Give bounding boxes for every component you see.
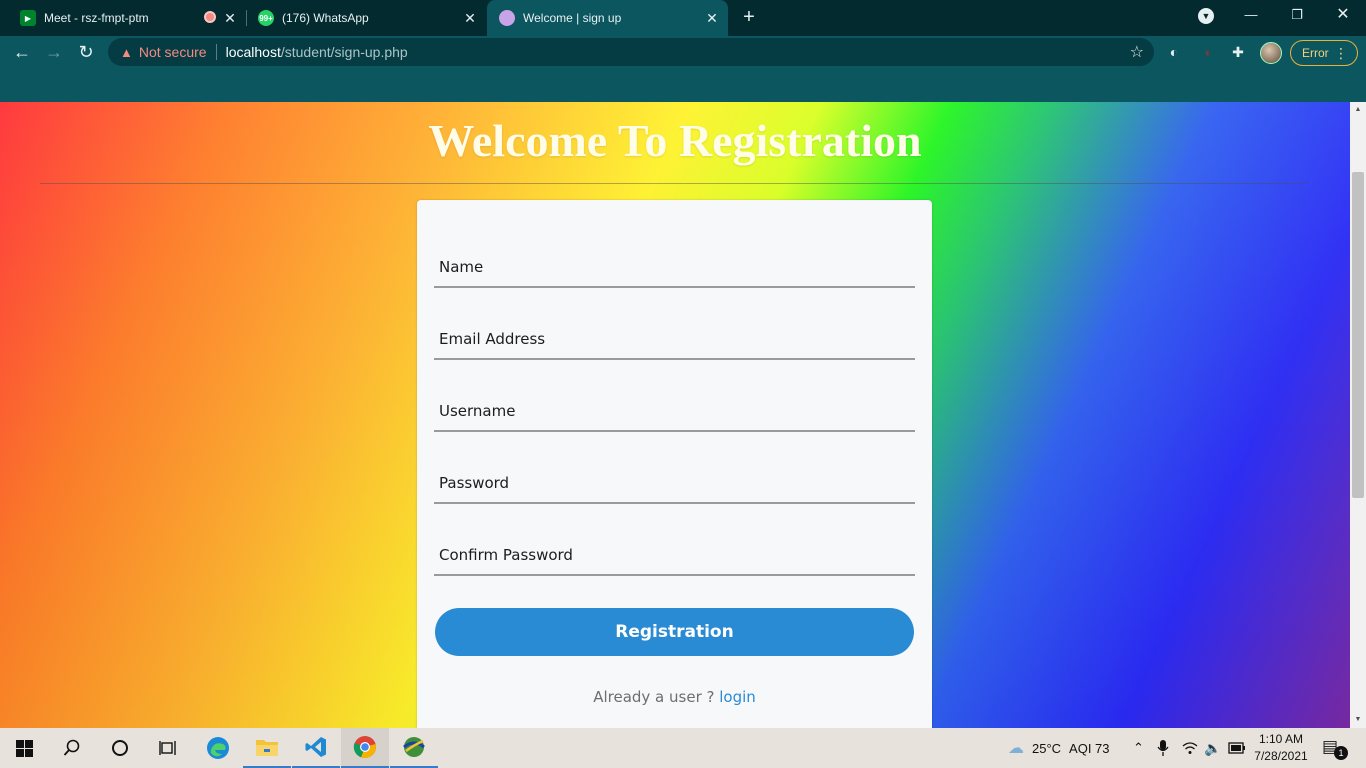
system-clock[interactable]: 1:10 AM 7/28/2021: [1246, 731, 1316, 765]
taskbar-vscode[interactable]: [292, 728, 340, 768]
scroll-up-arrow[interactable]: ▲: [1350, 102, 1366, 118]
title-divider: [40, 183, 1308, 184]
weather-widget[interactable]: ☁ 25°C AQI 73: [1008, 728, 1110, 768]
name-input[interactable]: [434, 254, 915, 280]
volume-icon[interactable]: 🔈: [1204, 728, 1221, 768]
search-button[interactable]: [48, 728, 96, 768]
file-explorer-icon: [256, 740, 278, 756]
scrollbar[interactable]: ▲ ▼: [1350, 102, 1366, 728]
taskbar-globe-app[interactable]: [390, 728, 438, 768]
scroll-thumb[interactable]: [1352, 172, 1364, 498]
show-hidden-icons[interactable]: ⌃: [1133, 728, 1144, 768]
microphone-icon[interactable]: [1157, 728, 1169, 768]
username-input[interactable]: [434, 398, 915, 424]
windows-start-icon: [15, 739, 33, 757]
minimize-button[interactable]: —: [1228, 0, 1274, 32]
vscode-icon: [305, 737, 326, 757]
taskbar-file-explorer[interactable]: [243, 728, 291, 768]
registration-form: Registration Already a user ? login: [417, 200, 932, 728]
tab-title: Welcome | sign up: [523, 11, 622, 25]
chevron-up-icon: ⌃: [1133, 740, 1144, 755]
tab-whatsapp[interactable]: 99+ (176) WhatsApp ✕: [248, 0, 486, 36]
registration-button[interactable]: Registration: [435, 608, 914, 656]
login-link[interactable]: login: [719, 688, 756, 706]
tab-strip: ▶ Meet - rsz-fmpt-ptm ✕ 99+ (176) WhatsA…: [0, 0, 1366, 36]
error-button[interactable]: Error ⋮: [1290, 40, 1358, 66]
scroll-down-arrow[interactable]: ▼: [1350, 712, 1366, 728]
tab-title: (176) WhatsApp: [282, 11, 369, 25]
reload-icon[interactable]: ↻: [74, 40, 98, 64]
email-input[interactable]: [434, 326, 915, 352]
password-input[interactable]: [434, 470, 915, 496]
windows-taskbar: ☁ 25°C AQI 73 ⌃ 🔈 1:10 AM 7/28/2021 ▤ 1: [0, 728, 1366, 768]
already-user-text: Already a user ?: [593, 688, 720, 706]
search-icon: [63, 739, 80, 756]
google-meet-icon: ▶: [20, 10, 36, 26]
cortana-icon: [112, 740, 128, 756]
temperature: 25°C: [1032, 740, 1062, 756]
bookmark-star-icon[interactable]: ☆: [1130, 42, 1144, 62]
password-field-wrapper: [434, 456, 915, 504]
puzzle-icon[interactable]: ✚: [1230, 44, 1246, 60]
extension-icon[interactable]: ◐: [1166, 44, 1182, 60]
browser-toolbar: ← → ↻ ▲ Not secure localhost /student/si…: [0, 36, 1366, 68]
omnibox-divider: [215, 44, 217, 60]
username-field-wrapper: [434, 384, 915, 432]
confirm-password-field-wrapper: [434, 528, 915, 576]
close-icon[interactable]: ✕: [222, 10, 238, 26]
page-viewport: Welcome To Registration Registration Alr…: [0, 102, 1350, 728]
new-tab-button[interactable]: +: [738, 6, 760, 28]
weather-icon: ☁: [1008, 740, 1024, 757]
forward-icon[interactable]: →: [42, 40, 66, 64]
start-button[interactable]: [0, 728, 48, 768]
security-label[interactable]: Not secure: [139, 44, 207, 60]
edge-icon: [207, 737, 229, 759]
page-header-bar: [0, 68, 1366, 102]
tab-divider: [246, 10, 247, 26]
address-bar[interactable]: ▲ Not secure localhost /student/sign-up.…: [108, 38, 1154, 66]
tab-search-icon[interactable]: ▼: [1198, 8, 1214, 24]
taskbar-edge[interactable]: [194, 728, 242, 768]
url-host: localhost: [225, 44, 281, 60]
task-view-icon: [159, 741, 176, 755]
restore-button[interactable]: ❐: [1274, 0, 1320, 32]
clock-date: 7/28/2021: [1254, 749, 1308, 763]
close-icon[interactable]: ✕: [462, 10, 478, 26]
tab-meet[interactable]: ▶ Meet - rsz-fmpt-ptm ✕: [8, 0, 246, 36]
extension-icon[interactable]: ◖: [1199, 44, 1215, 60]
url-path: /student/sign-up.php: [280, 44, 408, 60]
error-label: Error: [1302, 46, 1329, 60]
notification-center-button[interactable]: ▤ 1: [1322, 737, 1348, 760]
email-field-wrapper: [434, 312, 915, 360]
more-options-icon: ⋮: [1334, 45, 1348, 61]
globe-app-icon: [403, 737, 425, 757]
close-icon[interactable]: ✕: [704, 10, 720, 26]
name-field-wrapper: [434, 240, 915, 288]
recording-icon: [204, 11, 216, 23]
warning-icon: ▲: [120, 44, 133, 60]
confirm-password-input[interactable]: [434, 542, 915, 568]
tab-title: Meet - rsz-fmpt-ptm: [44, 11, 149, 25]
avatar[interactable]: [1260, 42, 1282, 64]
back-icon[interactable]: ←: [10, 40, 34, 64]
notification-badge: 1: [1334, 746, 1348, 760]
tab-sign-up[interactable]: Welcome | sign up ✕: [487, 0, 728, 36]
taskbar-chrome[interactable]: [341, 728, 389, 768]
page-title: Welcome To Registration: [428, 115, 922, 166]
chrome-icon: [353, 736, 376, 759]
login-prompt: Already a user ? login: [417, 688, 932, 706]
page-icon: [499, 10, 515, 26]
whatsapp-icon: 99+: [258, 10, 274, 26]
clock-time: 1:10 AM: [1258, 732, 1304, 746]
wifi-icon[interactable]: [1182, 728, 1198, 768]
aqi-value: AQI 73: [1069, 740, 1110, 756]
close-window-button[interactable]: ✕: [1320, 0, 1366, 32]
cortana-button[interactable]: [96, 728, 144, 768]
task-view-button[interactable]: [144, 728, 192, 768]
battery-icon[interactable]: [1228, 728, 1246, 768]
